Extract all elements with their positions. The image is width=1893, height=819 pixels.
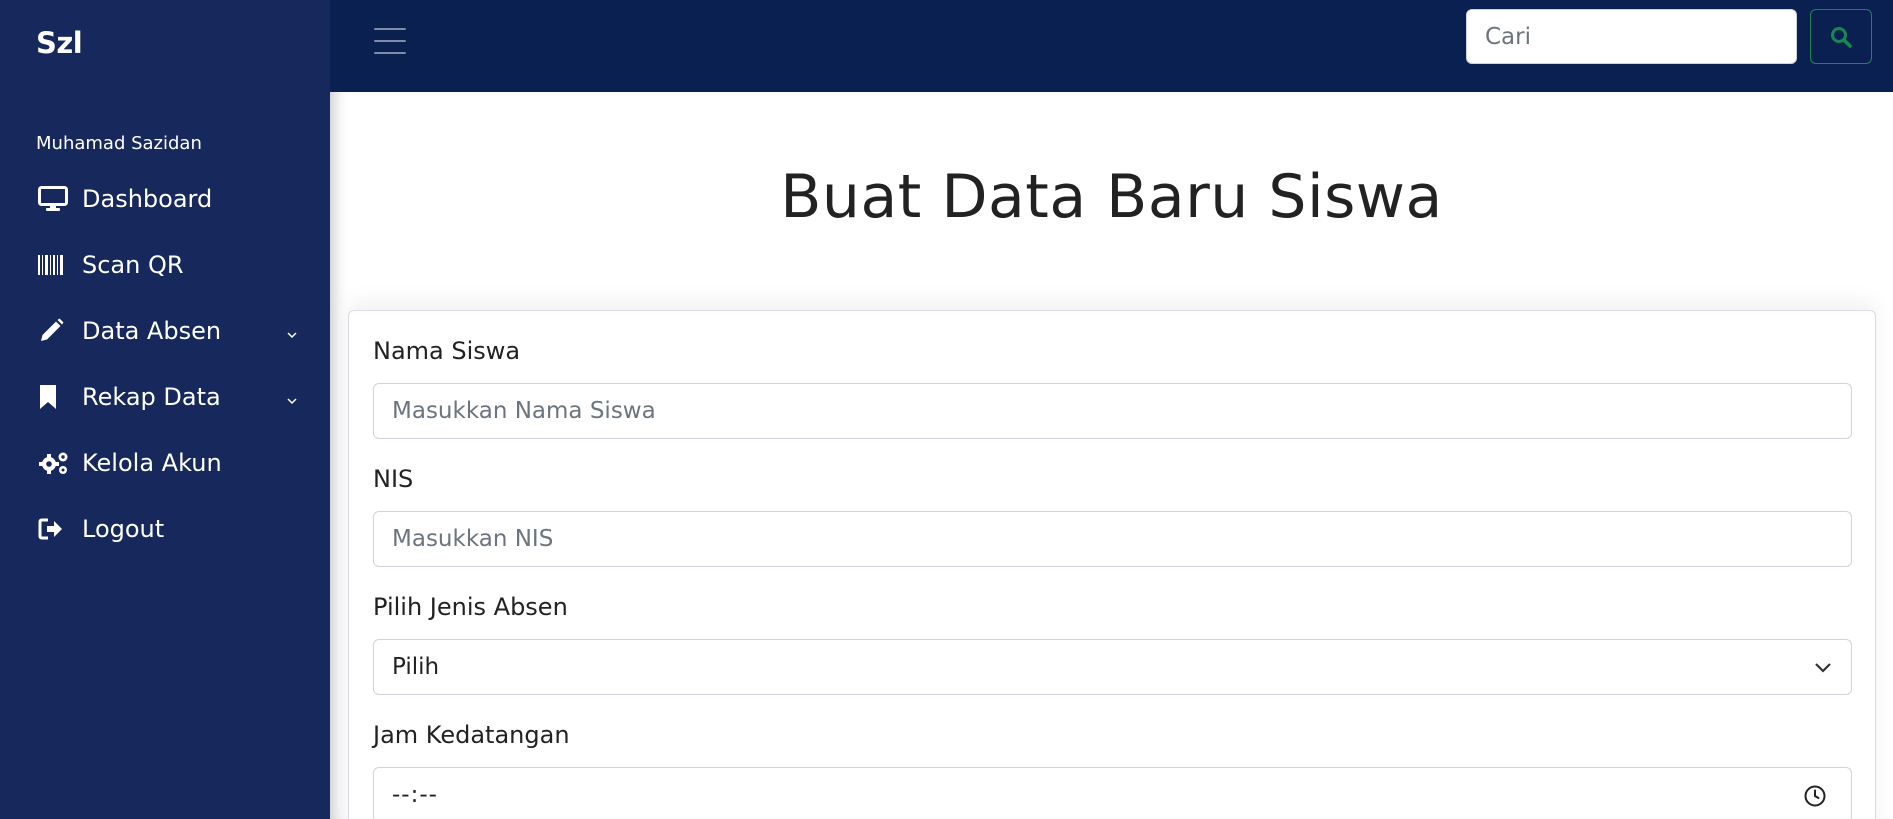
app-window: Szl Muhamad Sazidan Dashboard Scan QR Da… [0, 0, 1893, 819]
nama-siswa-field[interactable] [373, 383, 1852, 439]
page-title: Buat Data Baru Siswa [780, 162, 1443, 232]
barcode-icon [38, 250, 70, 280]
nis-field[interactable] [373, 511, 1852, 567]
menu-toggle-icon[interactable] [374, 28, 406, 56]
sidebar-item-kelola-akun[interactable]: Kelola Akun [0, 430, 330, 496]
nis-label: NIS [373, 465, 414, 493]
search-icon [1831, 26, 1852, 48]
sidebar-item-label: Data Absen [82, 317, 222, 345]
select-value: Pilih [392, 654, 440, 680]
jam-kedatangan-label: Jam Kedatangan [373, 721, 570, 749]
pencil-icon [38, 316, 70, 346]
logout-icon [38, 514, 70, 544]
gears-icon [38, 448, 70, 478]
user-name: Muhamad Sazidan [36, 133, 202, 154]
sidebar-item-rekap-data[interactable]: Rekap Data [0, 364, 330, 430]
jam-kedatangan-field[interactable]: --:-- [373, 767, 1852, 819]
sidebar-nav: Dashboard Scan QR Data Absen Rekap Data … [0, 166, 330, 562]
chevron-down-icon [286, 326, 298, 339]
sidebar-item-label: Dashboard [82, 185, 213, 213]
jenis-absen-select[interactable]: Pilih [373, 639, 1852, 695]
jenis-absen-label: Pilih Jenis Absen [373, 593, 568, 621]
sidebar-item-data-absen[interactable]: Data Absen [0, 298, 330, 364]
search-button[interactable] [1810, 9, 1872, 64]
sidebar-item-dashboard[interactable]: Dashboard [0, 166, 330, 232]
chevron-down-icon [286, 392, 298, 405]
time-value: --:-- [392, 782, 438, 808]
sidebar: Szl Muhamad Sazidan Dashboard Scan QR Da… [0, 0, 330, 819]
bookmark-icon [38, 382, 70, 412]
sidebar-item-label: Kelola Akun [82, 449, 222, 477]
sidebar-item-label: Scan QR [82, 251, 184, 279]
main-content: Buat Data Baru Siswa Nama Siswa NIS Pili… [330, 92, 1893, 819]
sidebar-item-logout[interactable]: Logout [0, 496, 330, 562]
topbar [330, 0, 1893, 92]
nama-siswa-label: Nama Siswa [373, 337, 521, 365]
sidebar-item-scan-qr[interactable]: Scan QR [0, 232, 330, 298]
brand-logo[interactable]: Szl [36, 26, 83, 60]
sidebar-item-label: Logout [82, 515, 165, 543]
search-input[interactable] [1466, 9, 1797, 64]
sidebar-item-label: Rekap Data [82, 383, 221, 411]
form-card: Nama Siswa NIS Pilih Jenis Absen Pilih J… [348, 310, 1876, 819]
monitor-icon [38, 184, 70, 214]
clock-icon[interactable] [1803, 784, 1827, 808]
chevron-down-icon [1813, 659, 1833, 677]
